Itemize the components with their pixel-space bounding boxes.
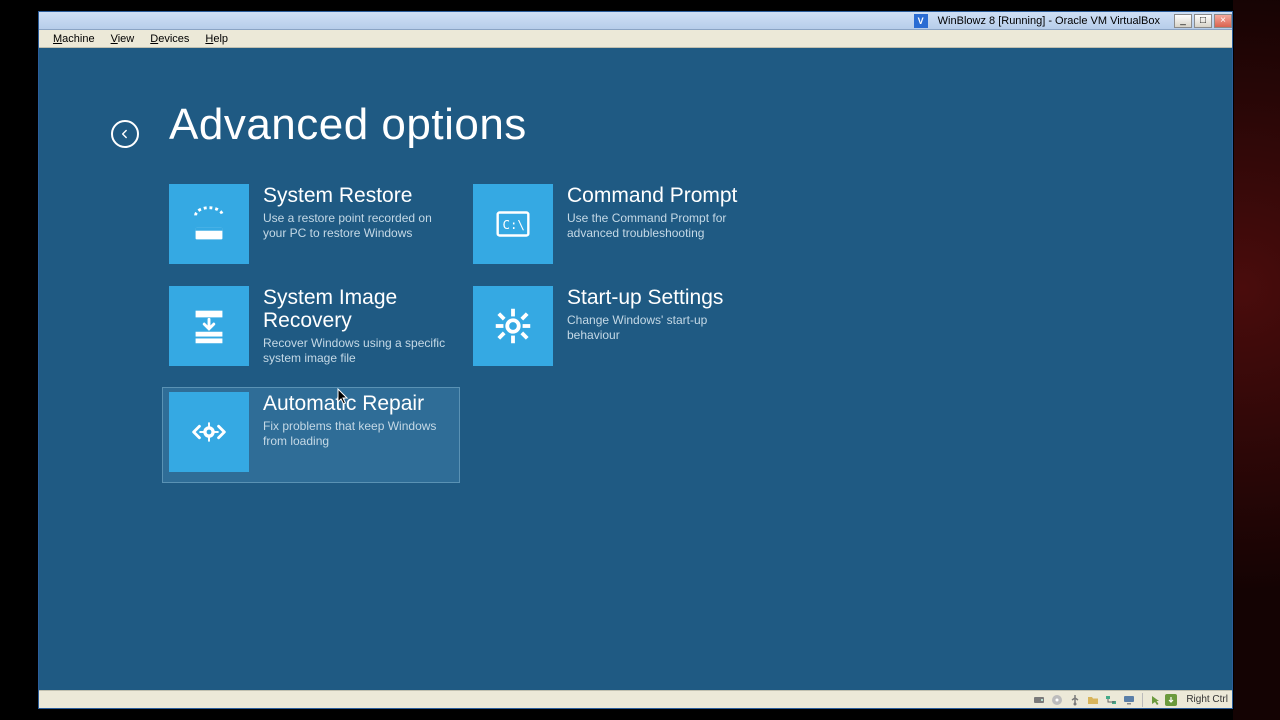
tile-automatic-repair[interactable]: Automatic Repair Fix problems that keep … [163, 388, 459, 482]
window-buttons: _ □ × [1172, 14, 1232, 28]
statusbar: Right Ctrl [39, 690, 1232, 708]
virtualbox-icon: V [914, 14, 928, 28]
tile-startup-settings[interactable]: Start-up Settings Change Windows' start-… [473, 286, 763, 368]
tile-text: System Image Recovery Recover Windows us… [249, 286, 459, 366]
display-icon[interactable] [1122, 693, 1136, 707]
window-title: WinBlowz 8 [Running] - Oracle VM Virtual… [932, 15, 1166, 27]
menu-machine[interactable]: Machine [45, 32, 103, 46]
folder-icon[interactable] [1086, 693, 1100, 707]
tile-desc: Fix problems that keep Windows from load… [263, 419, 449, 449]
gear-icon [473, 286, 553, 366]
menu-label: elp [213, 33, 228, 45]
tile-title: Command Prompt [567, 184, 753, 207]
guest-screen: Advanced options System Restore Use a re… [39, 48, 1232, 690]
hdd-icon[interactable] [1032, 693, 1046, 707]
menu-view[interactable]: View [103, 32, 143, 46]
hostkey-label: Right Ctrl [1186, 694, 1228, 705]
tile-desc: Use a restore point recorded on your PC … [263, 211, 449, 241]
window-titlebar[interactable]: V WinBlowz 8 [Running] - Oracle VM Virtu… [39, 12, 1232, 30]
menu-label: evices [158, 33, 189, 45]
options-grid: System Restore Use a restore point recor… [169, 184, 763, 482]
restore-icon [169, 184, 249, 264]
image-recovery-icon [169, 286, 249, 366]
hostkey-icon [1165, 694, 1177, 706]
tile-title: Automatic Repair [263, 392, 449, 415]
tile-command-prompt[interactable]: C:\ Command Prompt Use the Command Promp… [473, 184, 763, 266]
statusbar-divider [1142, 693, 1143, 707]
cmd-icon: C:\ [473, 184, 553, 264]
repair-icon [169, 392, 249, 472]
menu-devices[interactable]: Devices [142, 32, 197, 46]
close-button[interactable]: × [1214, 14, 1232, 28]
maximize-button[interactable]: □ [1194, 14, 1212, 28]
usb-icon[interactable] [1068, 693, 1082, 707]
tile-desc: Use the Command Prompt for advanced trou… [567, 211, 753, 241]
tile-text: Command Prompt Use the Command Prompt fo… [553, 184, 757, 241]
menubar: Machine View Devices Help [39, 30, 1232, 48]
page-title: Advanced options [169, 100, 527, 150]
menu-label: achine [62, 33, 94, 45]
tile-system-image-recovery[interactable]: System Image Recovery Recover Windows us… [169, 286, 459, 368]
disc-icon[interactable] [1050, 693, 1064, 707]
menu-help[interactable]: Help [197, 32, 236, 46]
svg-text:C:\: C:\ [502, 217, 524, 232]
net-icon[interactable] [1104, 693, 1118, 707]
host-desktop-sliver [1233, 0, 1280, 720]
tile-text: System Restore Use a restore point recor… [249, 184, 453, 241]
arrow-left-icon [118, 127, 132, 141]
virtualbox-window: V WinBlowz 8 [Running] - Oracle VM Virtu… [38, 11, 1233, 709]
minimize-button[interactable]: _ [1174, 14, 1192, 28]
mouse-capture-icon[interactable] [1149, 693, 1163, 707]
tile-title: Start-up Settings [567, 286, 753, 309]
back-button[interactable] [111, 120, 139, 148]
tile-desc: Recover Windows using a specific system … [263, 336, 449, 366]
tile-system-restore[interactable]: System Restore Use a restore point recor… [169, 184, 459, 266]
tile-text: Automatic Repair Fix problems that keep … [249, 392, 453, 449]
menu-label: iew [118, 33, 135, 45]
tile-text: Start-up Settings Change Windows' start-… [553, 286, 757, 343]
tile-title: System Image Recovery [263, 286, 455, 332]
tile-title: System Restore [263, 184, 449, 207]
tile-desc: Change Windows' start-up behaviour [567, 313, 753, 343]
